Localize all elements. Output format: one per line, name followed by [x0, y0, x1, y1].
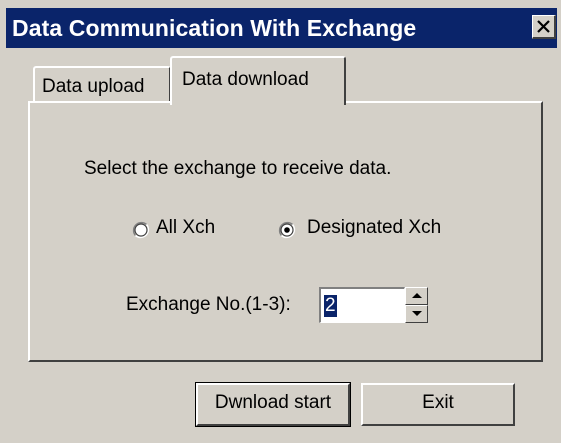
spin-down-button[interactable]: [405, 305, 428, 323]
exchange-no-label: Exchange No.(1-3):: [126, 294, 291, 315]
close-button[interactable]: [532, 15, 556, 39]
radio-unchecked-icon: [132, 221, 150, 239]
spin-up-button[interactable]: [405, 287, 428, 305]
radio-all-xch-label: All Xch: [156, 217, 216, 238]
tab-panel-data-download: Select the exchange to receive data. All…: [28, 101, 543, 362]
tab-data-upload[interactable]: Data upload: [33, 66, 171, 103]
instruction-text: Select the exchange to receive data.: [84, 158, 392, 179]
tab-data-upload-label: Data upload: [42, 76, 145, 97]
spin-up-arrow-icon: [412, 293, 422, 298]
title-bar: Data Communication With Exchange: [6, 8, 557, 48]
download-start-button[interactable]: Dwnload start: [195, 382, 351, 427]
spin-down-arrow-icon: [412, 311, 422, 316]
tab-data-download[interactable]: Data download: [170, 56, 346, 105]
close-icon: [537, 20, 550, 33]
exchange-no-value: 2: [324, 295, 337, 317]
window-title: Data Communication With Exchange: [12, 15, 417, 41]
exchange-no-input[interactable]: 2: [319, 287, 405, 323]
radio-checked-icon: [278, 221, 296, 239]
dialog-window: Data Communication With Exchange Data up…: [0, 0, 561, 443]
exit-button[interactable]: Exit: [361, 383, 515, 426]
tab-data-download-label: Data download: [182, 69, 309, 90]
radio-designated-xch-label: Designated Xch: [307, 217, 442, 238]
